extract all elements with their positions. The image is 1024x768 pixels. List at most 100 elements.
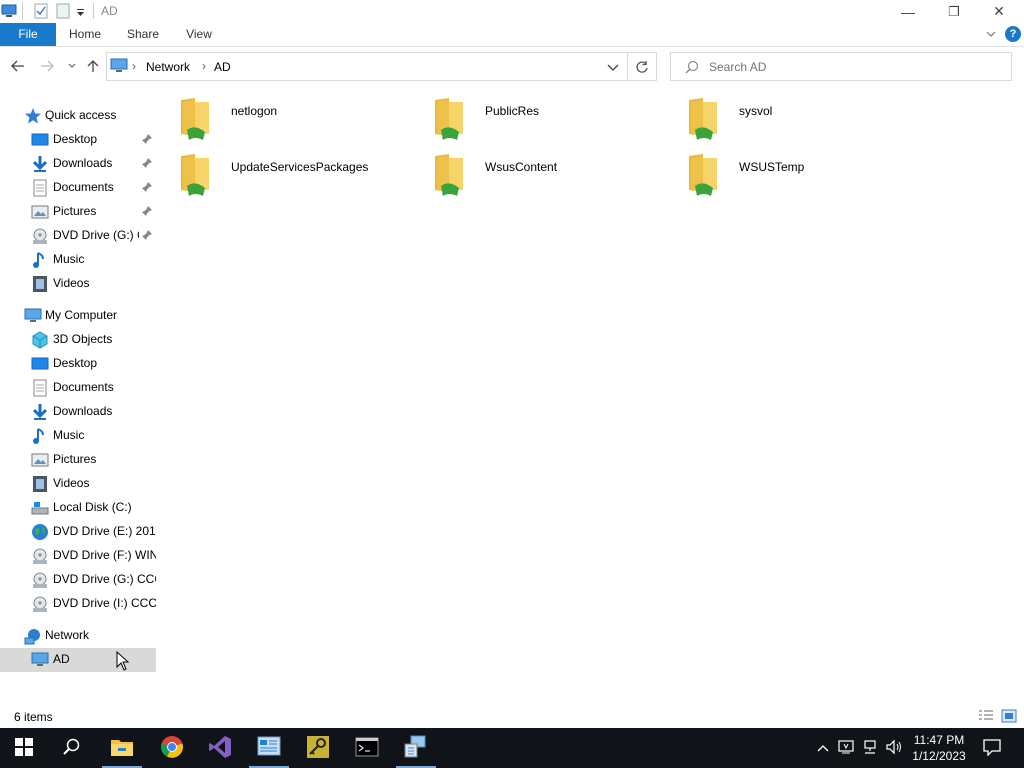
nav-network[interactable]: Network: [0, 624, 156, 648]
videos-icon: [31, 275, 49, 293]
taskbar-server-manager[interactable]: [245, 728, 293, 768]
nav-quick-access[interactable]: Quick access: [0, 104, 156, 128]
nav-item-ad[interactable]: AD: [0, 648, 156, 672]
address-dropdown-icon[interactable]: [607, 62, 619, 76]
address-bar[interactable]: › Network › AD: [106, 52, 628, 81]
documents-icon: [31, 379, 49, 397]
nav-item-dvd-drive-f[interactable]: DVD Drive (F:) WINX: [0, 544, 156, 568]
taskbar-network-tool[interactable]: [392, 728, 440, 768]
taskbar-chrome[interactable]: [148, 728, 196, 768]
new-folder-icon[interactable]: [56, 3, 70, 19]
breadcrumb-ad[interactable]: AD: [214, 60, 231, 74]
pictures-icon: [31, 203, 49, 221]
tab-view[interactable]: View: [176, 23, 222, 46]
list-item[interactable]: PublicRes: [429, 96, 669, 148]
tray-volume[interactable]: [884, 728, 904, 768]
dvd-drive-icon: [31, 547, 49, 565]
nav-item-dvd-drive-i[interactable]: DVD Drive (I:) CCCC: [0, 592, 156, 616]
dvd-drive-icon: [31, 595, 49, 613]
network-adapter-icon: [838, 739, 854, 758]
taskbar-command-prompt[interactable]: [343, 728, 391, 768]
address-row: › Network › AD: [0, 50, 1024, 84]
title-bar: AD — ❐ ✕: [0, 0, 1024, 23]
back-button[interactable]: [8, 56, 28, 76]
tray-clock[interactable]: 11:47 PM 1/12/2023: [908, 728, 970, 768]
nav-label: Pictures: [53, 204, 97, 218]
forward-button[interactable]: [37, 56, 57, 76]
tray-network-adapter[interactable]: [836, 728, 856, 768]
search-box[interactable]: [670, 52, 1012, 81]
tab-file[interactable]: File: [0, 23, 56, 46]
nav-item-pictures[interactable]: Pictures: [0, 200, 156, 224]
nav-label: AD: [53, 652, 70, 666]
list-item[interactable]: netlogon: [175, 96, 415, 148]
nav-item-downloads-2[interactable]: Downloads: [0, 400, 156, 424]
dvd-drive-icon: [31, 571, 49, 589]
nav-item-dvd-drive-e[interactable]: DVD Drive (E:) 2015(: [0, 520, 156, 544]
expand-ribbon-icon[interactable]: [985, 28, 997, 43]
nav-item-dvd-drive-g[interactable]: DVD Drive (G:) C: [0, 224, 156, 248]
help-button[interactable]: ?: [1005, 26, 1021, 42]
nav-item-videos[interactable]: Videos: [0, 272, 156, 296]
nav-item-desktop[interactable]: Desktop: [0, 128, 156, 152]
nav-item-music[interactable]: Music: [0, 248, 156, 272]
restore-button[interactable]: ❐: [931, 0, 977, 23]
taskbar-key-tool[interactable]: [294, 728, 342, 768]
recent-locations-button[interactable]: [62, 56, 82, 76]
nav-item-downloads[interactable]: Downloads: [0, 152, 156, 176]
nav-label: DVD Drive (E:) 2015(: [53, 524, 156, 538]
shared-folder-icon: [175, 96, 215, 144]
tab-share[interactable]: Share: [118, 23, 168, 46]
network-status-icon: [862, 739, 878, 758]
breadcrumb-separator: ›: [132, 59, 136, 73]
nav-label: DVD Drive (F:) WINX: [53, 548, 156, 562]
properties-icon[interactable]: [34, 3, 48, 19]
taskbar-file-explorer[interactable]: [98, 728, 146, 768]
close-button[interactable]: ✕: [976, 0, 1022, 23]
minimize-button[interactable]: —: [885, 0, 931, 23]
details-view-icon[interactable]: [978, 709, 994, 726]
tray-network[interactable]: [860, 728, 880, 768]
customize-toolbar-icon[interactable]: [76, 6, 85, 22]
action-center-button[interactable]: [978, 728, 1006, 768]
large-icons-view-icon[interactable]: [1001, 709, 1017, 726]
list-item[interactable]: WsusContent: [429, 152, 669, 204]
nav-my-computer[interactable]: My Computer: [0, 304, 156, 328]
list-item[interactable]: UpdateServicesPackages: [175, 152, 415, 204]
nav-item-music-2[interactable]: Music: [0, 424, 156, 448]
nav-item-pictures-2[interactable]: Pictures: [0, 448, 156, 472]
nav-item-desktop-2[interactable]: Desktop: [0, 352, 156, 376]
nav-label: Music: [53, 428, 85, 442]
list-item[interactable]: WSUSTemp: [683, 152, 923, 204]
show-hidden-icons-button[interactable]: [814, 728, 832, 768]
navigation-pane[interactable]: Quick access Desktop Downloads Documents…: [0, 90, 156, 700]
list-item[interactable]: sysvol: [683, 96, 923, 148]
nav-label: Music: [53, 252, 85, 266]
videos-icon: [31, 475, 49, 493]
taskbar-search-button[interactable]: [48, 728, 96, 768]
computer-icon[interactable]: [1, 3, 17, 19]
nav-item-3d-objects[interactable]: 3D Objects: [0, 328, 156, 352]
nav-item-local-disk-c[interactable]: Local Disk (C:): [0, 496, 156, 520]
start-button[interactable]: [0, 728, 48, 768]
nav-item-videos-2[interactable]: Videos: [0, 472, 156, 496]
music-icon: [31, 251, 49, 269]
shared-folder-icon: [683, 96, 723, 144]
item-name: PublicRes: [485, 104, 540, 118]
dvd-drive-icon: [31, 227, 49, 245]
nav-label: DVD Drive (I:) CCCC: [53, 596, 156, 610]
pin-icon: [141, 133, 153, 145]
tab-home[interactable]: Home: [60, 23, 110, 46]
pin-icon: [141, 157, 153, 169]
refresh-button[interactable]: [628, 52, 657, 81]
taskbar-visual-studio[interactable]: [196, 728, 244, 768]
pin-icon: [141, 181, 153, 193]
item-name: netlogon: [231, 104, 278, 118]
search-input[interactable]: [709, 58, 999, 76]
nav-item-documents-2[interactable]: Documents: [0, 376, 156, 400]
up-button[interactable]: [83, 56, 103, 76]
breadcrumb-network[interactable]: Network: [146, 60, 190, 74]
nav-item-dvd-drive-g-2[interactable]: DVD Drive (G:) CCCC: [0, 568, 156, 592]
nav-item-documents[interactable]: Documents: [0, 176, 156, 200]
nav-label: Documents: [53, 180, 114, 194]
